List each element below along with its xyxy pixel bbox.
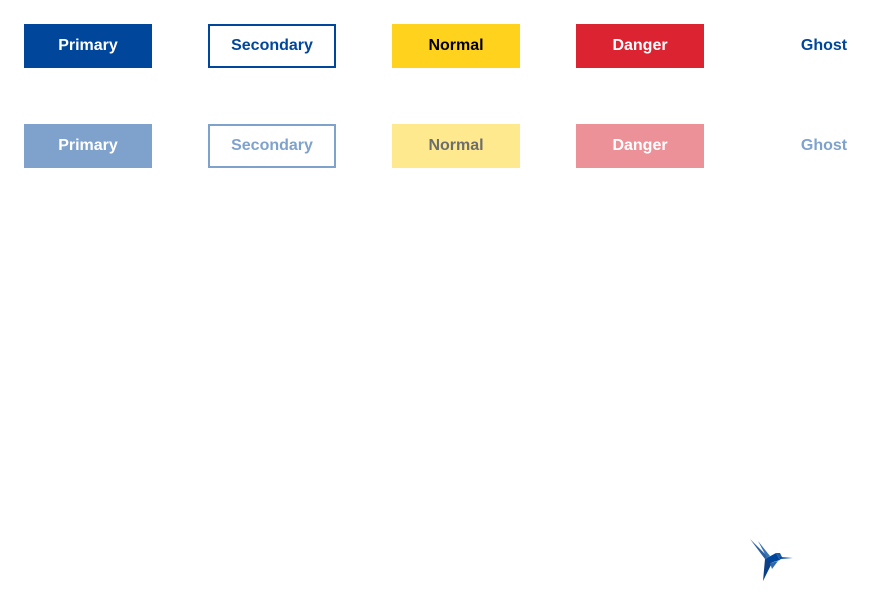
secondary-button-disabled: Secondary [208, 124, 336, 168]
normal-button[interactable]: Normal [392, 24, 520, 68]
danger-button[interactable]: Danger [576, 24, 704, 68]
secondary-button[interactable]: Secondary [208, 24, 336, 68]
primary-button[interactable]: Primary [24, 24, 152, 68]
ghost-button-disabled: Ghost [760, 124, 888, 168]
primary-button-disabled: Primary [24, 124, 152, 168]
hummingbird-icon [750, 539, 793, 581]
danger-button-disabled: Danger [576, 124, 704, 168]
ghost-button[interactable]: Ghost [760, 24, 888, 68]
normal-button-disabled: Normal [392, 124, 520, 168]
